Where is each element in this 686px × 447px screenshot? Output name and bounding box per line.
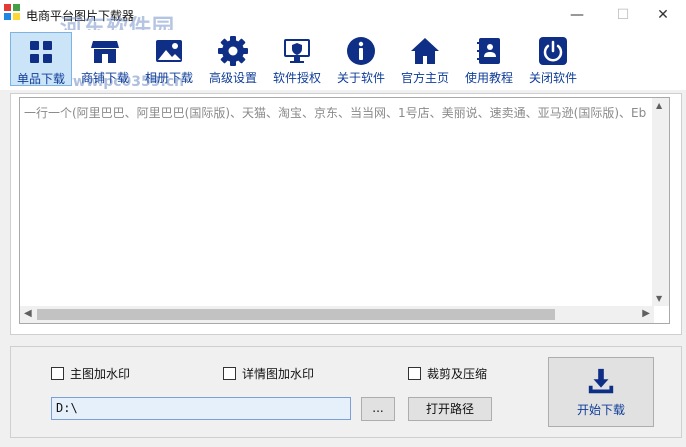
tab-advanced-settings[interactable]: 高级设置 [202,32,264,86]
options-panel: 主图加水印 详情图加水印 裁剪及压缩 D:\ ... 打开路径 开始下载 [10,346,682,438]
url-input-panel: 一行一个(阿里巴巴、阿里巴巴(国际版)、天猫、淘宝、京东、当当网、1号店、美丽说… [10,93,682,335]
tab-official-homepage[interactable]: 官方主页 [394,32,456,86]
app-logo-icon [4,4,20,20]
tab-tutorial[interactable]: 使用教程 [458,32,520,86]
scroll-down-icon[interactable]: ▼ [656,294,662,303]
detail-watermark-checkbox[interactable]: 详情图加水印 [223,365,314,382]
info-icon [347,37,375,65]
close-button[interactable]: ✕ [640,0,686,30]
tab-label: 关于软件 [336,71,385,85]
download-tray-icon [588,368,614,394]
open-path-button[interactable]: 打开路径 [408,397,492,421]
checkbox-label: 裁剪及压缩 [427,367,488,381]
horizontal-scrollbar[interactable]: ◀ ▶ [20,306,654,323]
tab-album-download[interactable]: 相册下载 [138,32,200,86]
main-watermark-checkbox[interactable]: 主图加水印 [51,365,130,382]
tab-store-download[interactable]: 商铺下载 [74,32,136,86]
tab-label: 相册下载 [144,71,193,85]
tab-label: 关闭软件 [528,71,577,85]
contact-book-icon [477,38,500,64]
tab-close-software[interactable]: 关闭软件 [522,32,584,86]
checkbox-box[interactable] [223,367,236,380]
grid-icon [30,41,52,63]
start-download-button[interactable]: 开始下载 [548,357,654,427]
checkbox-label: 详情图加水印 [242,367,315,381]
monitor-shield-icon [284,39,310,63]
tab-about[interactable]: 关于软件 [330,32,392,86]
save-path-input[interactable]: D:\ [51,397,351,420]
url-placeholder: 一行一个(阿里巴巴、阿里巴巴(国际版)、天猫、淘宝、京东、当当网、1号店、美丽说… [24,106,647,120]
start-download-label: 开始下载 [576,403,625,417]
tab-software-license[interactable]: 软件授权 [266,32,328,86]
minimize-button[interactable]: — [554,0,600,30]
photo-icon [156,40,182,62]
tab-label: 高级设置 [208,71,257,85]
checkbox-label: 主图加水印 [70,367,131,381]
tab-label: 单品下载 [16,72,65,86]
crop-compress-checkbox[interactable]: 裁剪及压缩 [408,365,487,382]
checkbox-box[interactable] [408,367,421,380]
home-icon [411,38,439,64]
tab-label: 商铺下载 [80,71,129,85]
power-icon [539,37,567,65]
store-icon [91,41,119,63]
url-textarea[interactable]: 一行一个(阿里巴巴、阿里巴巴(国际版)、天猫、淘宝、京东、当当网、1号店、美丽说… [19,97,670,324]
browse-button[interactable]: ... [361,397,395,421]
scroll-up-icon[interactable]: ▲ [656,101,662,110]
scroll-left-icon[interactable]: ◀ [24,308,32,319]
tab-label: 官方主页 [400,71,449,85]
gear-icon [218,36,248,66]
checkbox-box[interactable] [51,367,64,380]
horizontal-scroll-thumb[interactable] [37,309,555,320]
tab-label: 软件授权 [272,71,321,85]
tab-single-download[interactable]: 单品下载 [10,32,72,86]
scroll-right-icon[interactable]: ▶ [642,308,650,319]
vertical-scrollbar[interactable]: ▲ ▼ [652,98,669,306]
toolbar: www.pc0359.cn 单品下载 商铺下载 相册下载 高级设置 软件授权 关… [0,30,686,90]
title-bar: 电商平台图片下载器 河东软件园 — ☐ ✕ [0,0,686,41]
tab-label: 使用教程 [464,71,513,85]
